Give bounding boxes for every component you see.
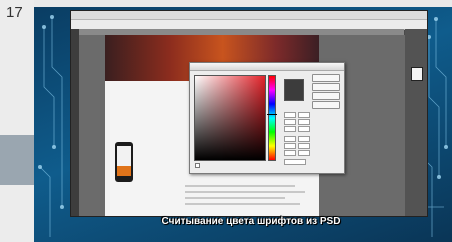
color-preview — [284, 79, 304, 101]
value-field[interactable] — [298, 112, 310, 118]
color-field[interactable] — [194, 75, 266, 161]
photoshop-screenshot — [70, 10, 428, 217]
color-libraries-button[interactable] — [312, 101, 340, 109]
hex-row — [284, 159, 306, 165]
previous-slide-thumbnail[interactable] — [0, 135, 34, 185]
value-field[interactable] — [298, 126, 310, 132]
value-field[interactable] — [298, 136, 310, 142]
phone-mockup-icon — [115, 142, 133, 182]
color-picker-dialog[interactable] — [189, 62, 345, 174]
swatch-icon — [411, 67, 423, 81]
phone-accent — [117, 166, 131, 176]
value-row — [284, 126, 310, 132]
slide-caption: Считывание цвета шрифтов из PSD — [161, 216, 341, 227]
value-field[interactable] — [284, 136, 296, 142]
dialog-title-bar[interactable] — [190, 63, 344, 71]
text-line — [185, 185, 295, 187]
add-to-swatches-button[interactable] — [312, 92, 340, 100]
ok-button[interactable] — [312, 74, 340, 82]
value-row — [284, 112, 310, 118]
slide: Считывание цвета шрифтов из PSD — [34, 7, 452, 242]
text-line — [185, 191, 305, 193]
hex-field[interactable] — [284, 159, 306, 165]
value-field[interactable] — [298, 143, 310, 149]
value-row — [284, 150, 310, 156]
value-field[interactable] — [298, 119, 310, 125]
text-line — [185, 203, 300, 205]
value-field[interactable] — [284, 143, 296, 149]
hue-slider[interactable] — [267, 75, 277, 161]
value-field[interactable] — [284, 112, 296, 118]
tools-panel — [71, 29, 79, 216]
text-line — [185, 197, 285, 199]
menu-bar — [71, 11, 427, 20]
only-web-colors-checkbox[interactable] — [195, 163, 200, 168]
value-field[interactable] — [298, 150, 310, 156]
value-field[interactable] — [284, 126, 296, 132]
slide-number: 17 — [6, 4, 23, 21]
hue-marker[interactable] — [267, 114, 277, 115]
value-row — [284, 143, 310, 149]
value-row — [284, 119, 310, 125]
cancel-button[interactable] — [312, 83, 340, 91]
sidebar-strip — [0, 0, 34, 242]
value-row — [284, 136, 310, 142]
value-field[interactable] — [284, 119, 296, 125]
right-panel — [405, 29, 427, 216]
only-web-colors[interactable] — [195, 163, 200, 168]
value-field[interactable] — [284, 150, 296, 156]
